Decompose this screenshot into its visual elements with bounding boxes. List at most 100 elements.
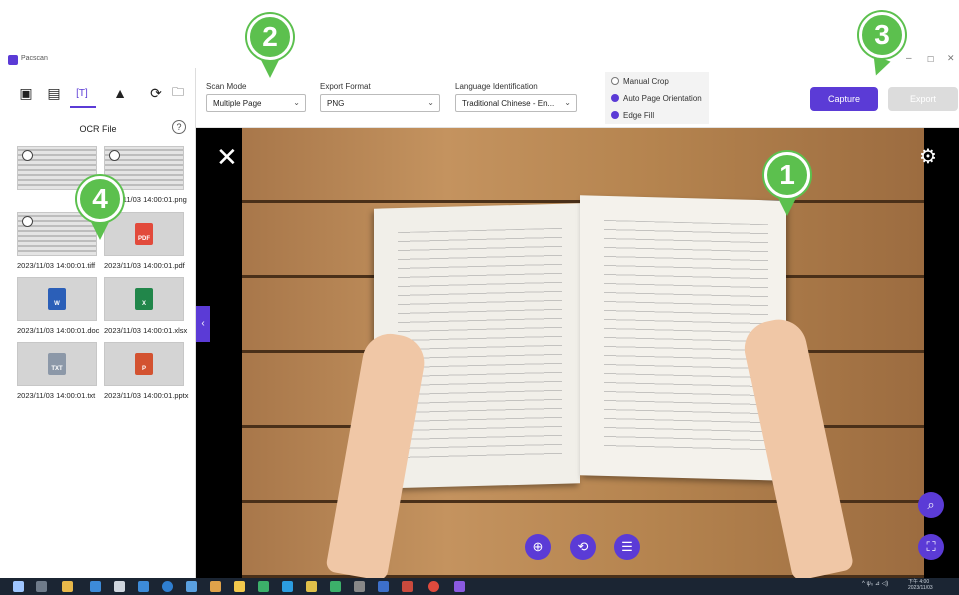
file-name: 2023/11/03 14:00:01.doc — [17, 326, 100, 335]
edge-browser-icon[interactable] — [162, 581, 173, 592]
callout-marker-3: 3 — [859, 12, 905, 58]
collapse-sidebar-button[interactable]: ‹ — [196, 306, 210, 342]
auto-orientation-label: Auto Page Orientation — [623, 94, 702, 103]
app-logo-icon — [8, 55, 18, 65]
word-file-icon: W — [48, 288, 66, 310]
ocr-file-title: OCR File — [79, 124, 117, 134]
taskbar-app-icon[interactable] — [210, 581, 221, 592]
windows-taskbar: ^ ψ₀ ⊿ ◁) 下午 4:00 2023/11/03 — [0, 578, 959, 595]
callout-pointer — [91, 222, 109, 240]
export-format-value: PNG — [327, 99, 345, 108]
select-radio[interactable] — [22, 150, 33, 161]
active-tab-underline — [70, 106, 96, 108]
restore-button[interactable]: ☐ — [927, 55, 934, 64]
start-icon[interactable] — [13, 581, 24, 592]
file-explorer-icon[interactable] — [62, 581, 73, 592]
search-icon[interactable] — [36, 581, 47, 592]
callout-marker-1: 1 — [764, 152, 810, 198]
chevron-down-icon: ⌄ — [293, 98, 300, 107]
focus-button[interactable]: ⊕ — [525, 534, 551, 560]
sidebar: ▣ ▤ [T] ▲ ⟳ 🗀 OCR File ? 2023/11/03 14:0… — [0, 68, 196, 578]
file-thumbnail[interactable] — [17, 212, 97, 256]
ocr-tab-icon[interactable]: [T] — [72, 83, 92, 103]
scan-mode-value: Multiple Page — [213, 99, 262, 108]
taskbar-app-icon[interactable] — [378, 581, 389, 592]
close-window-button[interactable]: ✕ — [947, 53, 955, 64]
taskbar-app-icon[interactable] — [354, 581, 365, 592]
file-name: 2023/11/03 14:00:01.xlsx — [104, 326, 188, 335]
callout-marker-2: 2 — [247, 14, 293, 60]
pdf-file-icon: PDF — [135, 223, 153, 245]
rotate-button[interactable]: ⟲ — [570, 534, 596, 560]
capture-button[interactable]: Capture — [810, 87, 878, 111]
manual-crop-label: Manual Crop — [623, 77, 669, 86]
xlsx-thumbnail[interactable]: X — [104, 277, 184, 321]
language-value: Traditional Chinese - En... — [462, 99, 555, 108]
file-name: 2023/11/03 14:00:01.pdf — [104, 261, 185, 270]
radio-off-icon — [611, 77, 619, 85]
open-book-image — [374, 195, 786, 489]
file-name: 2023/11/03 14:00:01.tiff — [17, 261, 96, 270]
taskbar-app-icon[interactable] — [258, 581, 269, 592]
select-radio[interactable] — [22, 216, 33, 227]
adjust-button[interactable]: ☰ — [614, 534, 640, 560]
doc-thumbnail[interactable]: W — [17, 277, 97, 321]
taskbar-app-icon[interactable] — [186, 581, 197, 592]
image-tab-icon[interactable]: ▣ — [16, 83, 36, 103]
taskbar-app-icon[interactable] — [402, 581, 413, 592]
edge-fill-label: Edge Fill — [623, 111, 655, 120]
scan-mode-select[interactable]: Multiple Page ⌄ — [206, 94, 306, 112]
sidebar-tabs: ▣ ▤ [T] ▲ ⟳ 🗀 — [0, 78, 196, 108]
export-format-select[interactable]: PNG ⌄ — [320, 94, 440, 112]
taskbar-app-icon[interactable] — [90, 581, 101, 592]
taskbar-app-icon[interactable] — [138, 581, 149, 592]
check-on-icon — [611, 94, 619, 102]
file-name: 2023/11/03 14:00:01.pptx — [104, 391, 189, 400]
pptx-thumbnail[interactable]: P — [104, 342, 184, 386]
capture-options: Manual Crop Auto Page Orientation Edge F… — [605, 72, 709, 124]
taskbar-app-icon[interactable] — [330, 581, 341, 592]
excel-file-icon: X — [135, 288, 153, 310]
pacscan-taskbar-icon[interactable] — [454, 581, 465, 592]
zoom-button[interactable]: ⌕ — [918, 492, 944, 518]
chrome-icon[interactable] — [428, 581, 439, 592]
settings-gear-icon[interactable]: ⚙ — [919, 144, 937, 169]
folder-tab-icon[interactable]: 🗀 — [168, 83, 188, 103]
powerpoint-file-icon: P — [135, 353, 153, 375]
drive-tab-icon[interactable]: ▲ — [110, 83, 130, 103]
manual-crop-option[interactable]: Manual Crop — [611, 77, 669, 86]
txt-thumbnail[interactable]: TXT — [17, 342, 97, 386]
export-button[interactable]: Export — [888, 87, 958, 111]
fit-screen-button[interactable]: ⛶ — [918, 534, 944, 560]
file-name: 2023/11/03 14:00:01.txt — [17, 391, 96, 400]
taskbar-app-icon[interactable] — [234, 581, 245, 592]
edge-fill-option[interactable]: Edge Fill — [611, 111, 654, 120]
callout-marker-4: 4 — [77, 176, 123, 222]
txt-file-icon: TXT — [48, 353, 66, 375]
close-preview-icon[interactable]: ✕ — [216, 144, 238, 170]
minimize-button[interactable]: – — [906, 53, 912, 64]
select-radio[interactable] — [109, 150, 120, 161]
system-tray[interactable]: ^ ψ₀ ⊿ ◁) — [862, 580, 888, 587]
taskbar-clock[interactable]: 下午 4:00 2023/11/03 — [908, 579, 933, 591]
top-toolbar: Scan Mode Multiple Page ⌄ Export Format … — [196, 68, 959, 128]
export-format-label: Export Format — [320, 82, 371, 91]
auto-orientation-option[interactable]: Auto Page Orientation — [611, 94, 702, 103]
scan-mode-label: Scan Mode — [206, 82, 247, 91]
taskbar-app-icon[interactable] — [114, 581, 125, 592]
pdf-thumbnail[interactable]: PDF — [104, 212, 184, 256]
window-titlebar: Pacscan – ☐ ✕ — [0, 52, 959, 68]
refresh-tab-icon[interactable]: ⟳ — [146, 83, 166, 103]
help-icon[interactable]: ? — [172, 120, 186, 134]
language-label: Language Identification — [455, 82, 538, 91]
chevron-down-icon: ⌄ — [564, 98, 571, 107]
check-on-icon — [611, 111, 619, 119]
callout-pointer — [261, 60, 279, 78]
video-tab-icon[interactable]: ▤ — [44, 83, 64, 103]
language-select[interactable]: Traditional Chinese - En... ⌄ — [455, 94, 577, 112]
app-title: Pacscan — [21, 55, 48, 62]
callout-pointer — [778, 198, 796, 216]
chevron-down-icon: ⌄ — [427, 98, 434, 107]
taskbar-app-icon[interactable] — [282, 581, 293, 592]
taskbar-app-icon[interactable] — [306, 581, 317, 592]
